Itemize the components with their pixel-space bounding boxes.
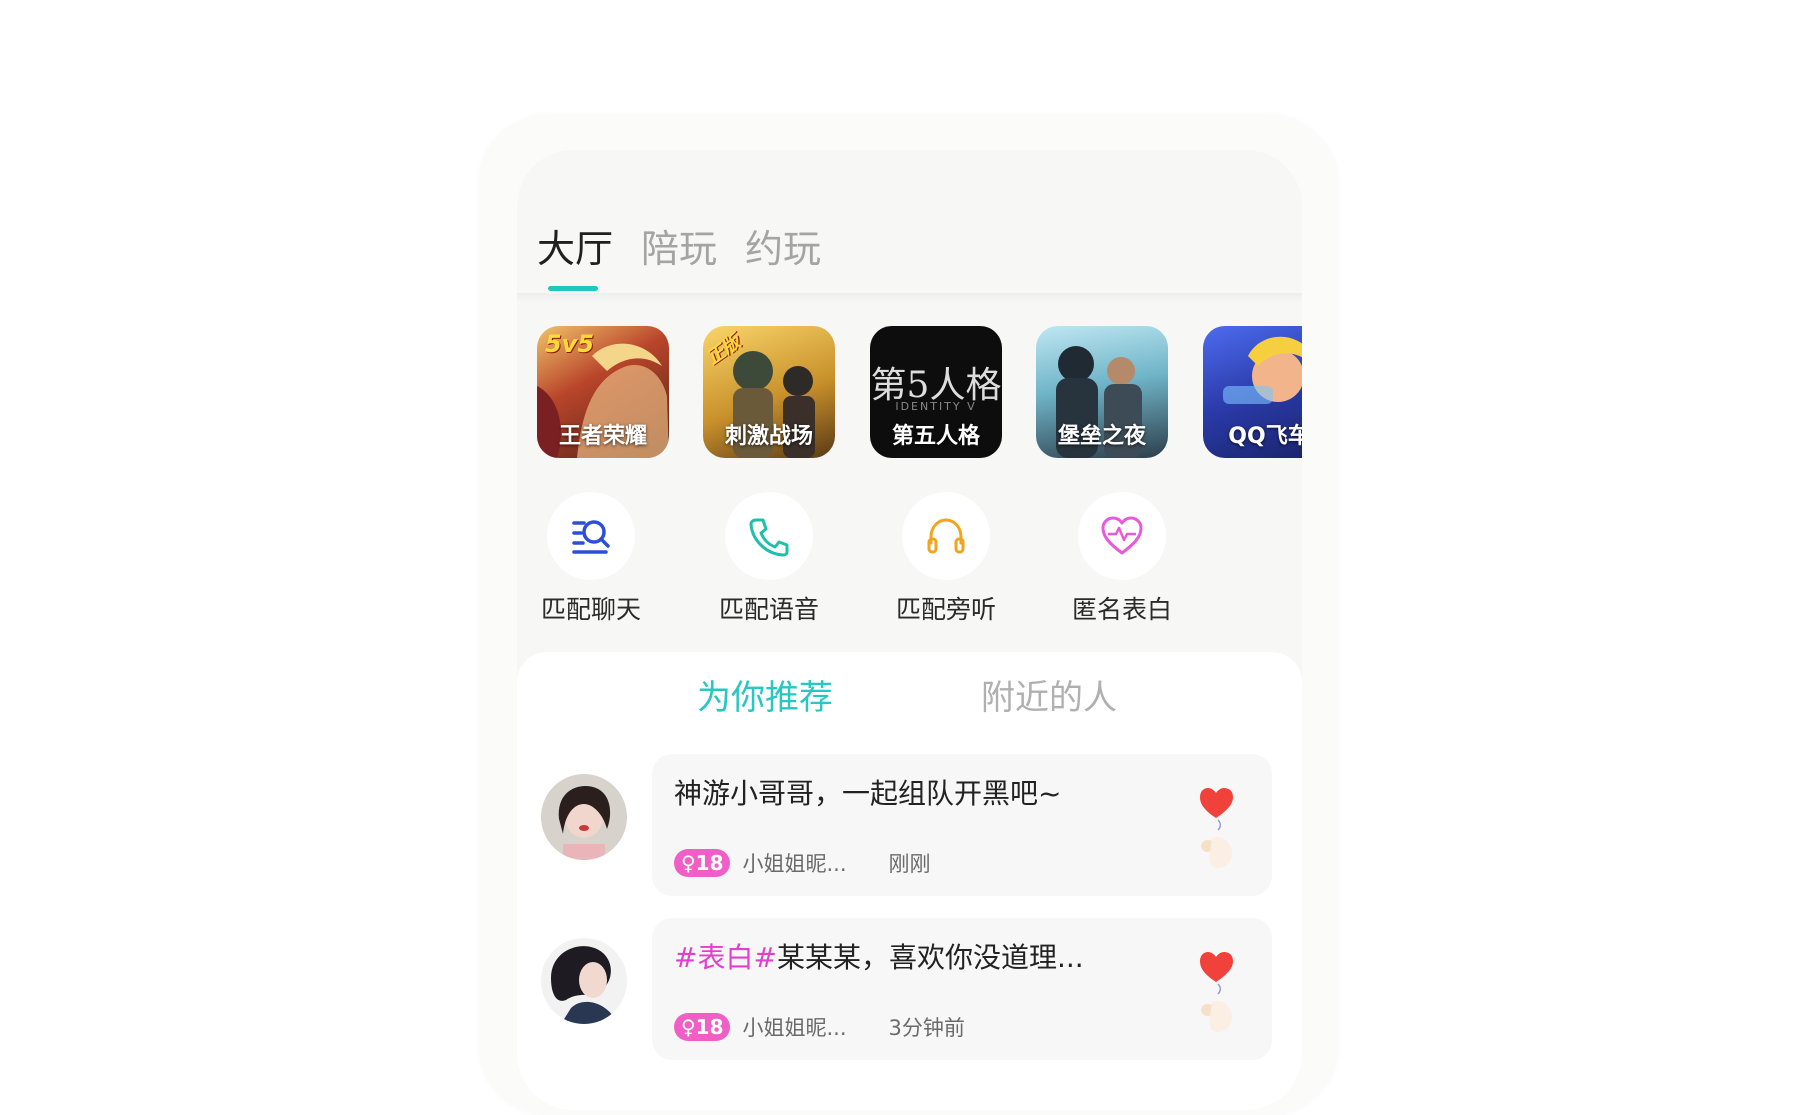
post-bubble[interactable]: 神游小哥哥，一起组队开黑吧~ ♀18 小姐姐昵... 刚刚 xyxy=(652,754,1272,896)
post-bubble[interactable]: #表白#某某某，喜欢你没道理... ♀18 小姐姐昵... 3分钟前 xyxy=(652,918,1272,1060)
game-label: 堡垒之夜 xyxy=(1057,424,1146,449)
like-button[interactable] xyxy=(1196,780,1246,870)
active-tab-indicator xyxy=(548,286,598,291)
feature-icon-circle xyxy=(1078,492,1166,580)
game-tile-identity-v[interactable]: 第5人格 IDENTITY V 第五人格 xyxy=(870,326,1002,458)
avatar[interactable] xyxy=(541,774,627,860)
feed-panel: 为你推荐 附近的人 神游小哥哥，一起组队开黑吧~ ♀18 小姐姐昵... 刚刚 xyxy=(517,652,1302,1110)
feature-label: 匹配语音 xyxy=(718,595,819,624)
anonymous-confession-button[interactable]: 匿名表白 xyxy=(1047,492,1197,626)
match-listen-button[interactable]: 匹配旁听 xyxy=(871,492,1021,626)
post-tag[interactable]: #表白# xyxy=(674,941,777,974)
gender-age-badge: ♀18 xyxy=(674,1013,731,1041)
tab-lobby[interactable]: 大厅 xyxy=(537,218,613,273)
game-carousel[interactable]: 5v5 王者荣耀 正版 刺激战场 第5人格 IDENTITY V 第五人格 堡垒… xyxy=(537,326,1302,461)
avatar[interactable] xyxy=(541,938,627,1024)
feature-label: 匹配聊天 xyxy=(540,595,641,624)
feed-post[interactable]: 神游小哥哥，一起组队开黑吧~ ♀18 小姐姐昵... 刚刚 xyxy=(517,754,1302,904)
post-meta: ♀18 小姐姐昵... 3分钟前 xyxy=(674,1012,965,1042)
game-label: 王者荣耀 xyxy=(558,424,647,449)
tab-companion[interactable]: 陪玩 xyxy=(641,218,717,273)
post-text: #表白#某某某，喜欢你没道理... xyxy=(674,936,1084,976)
game-tile-honor-of-kings[interactable]: 5v5 王者荣耀 xyxy=(537,326,669,458)
game-tile-fortnite[interactable]: 堡垒之夜 xyxy=(1036,326,1168,458)
match-chat-button[interactable]: 匹配聊天 xyxy=(517,492,666,626)
nickname[interactable]: 小姐姐昵... xyxy=(742,848,846,878)
tab-nearby[interactable]: 附近的人 xyxy=(981,670,1117,719)
app-screen: 大厅 陪玩 约玩 5v5 王者荣耀 正版 刺激战场 第5人格 IDENTITY … xyxy=(517,150,1302,1110)
tab-recommended[interactable]: 为你推荐 xyxy=(697,670,833,719)
like-button[interactable] xyxy=(1196,944,1246,1034)
phone-icon xyxy=(749,518,789,557)
feature-icon-circle xyxy=(725,492,813,580)
heart-hand-icon xyxy=(1200,952,1233,1032)
game-label: QQ飞车 xyxy=(1228,424,1302,449)
feature-icon-circle xyxy=(547,492,635,580)
feature-icon-circle xyxy=(902,492,990,580)
search-list-icon xyxy=(572,520,610,554)
post-body: 某某某，喜欢你没道理... xyxy=(776,941,1084,974)
avatar-image xyxy=(541,938,627,1024)
game-badge: 5v5 xyxy=(545,330,595,358)
timestamp: 刚刚 xyxy=(888,852,931,876)
game-tile-qq-speed[interactable]: QQ飞车 xyxy=(1203,326,1302,458)
post-body: 神游小哥哥，一起组队开黑吧~ xyxy=(674,777,1062,810)
game-tile-pubg[interactable]: 正版 刺激战场 xyxy=(703,326,835,458)
post-meta: ♀18 小姐姐昵... 刚刚 xyxy=(674,848,931,878)
feature-row: 匹配聊天 匹配语音 匹配旁听 匿名表白 xyxy=(517,492,1302,624)
feature-label: 匿名表白 xyxy=(1071,595,1172,624)
post-text: 神游小哥哥，一起组队开黑吧~ xyxy=(674,772,1061,812)
heart-hand-icon xyxy=(1200,788,1233,868)
feature-label: 匹配旁听 xyxy=(895,595,996,624)
timestamp: 3分钟前 xyxy=(888,1016,965,1040)
game-label: 第五人格 xyxy=(891,424,980,449)
heart-pulse-icon xyxy=(1101,516,1143,555)
game-art-subtitle: IDENTITY V xyxy=(895,400,977,413)
game-label: 刺激战场 xyxy=(724,424,813,449)
gender-age-badge: ♀18 xyxy=(674,849,731,877)
avatar-image xyxy=(541,774,627,860)
nickname[interactable]: 小姐姐昵... xyxy=(742,1012,846,1042)
match-voice-button[interactable]: 匹配语音 xyxy=(694,492,844,626)
headphones-icon xyxy=(927,518,965,554)
tab-appointment[interactable]: 约玩 xyxy=(745,218,821,273)
feed-post[interactable]: #表白#某某某，喜欢你没道理... ♀18 小姐姐昵... 3分钟前 xyxy=(517,918,1302,1068)
header-divider xyxy=(517,293,1302,303)
